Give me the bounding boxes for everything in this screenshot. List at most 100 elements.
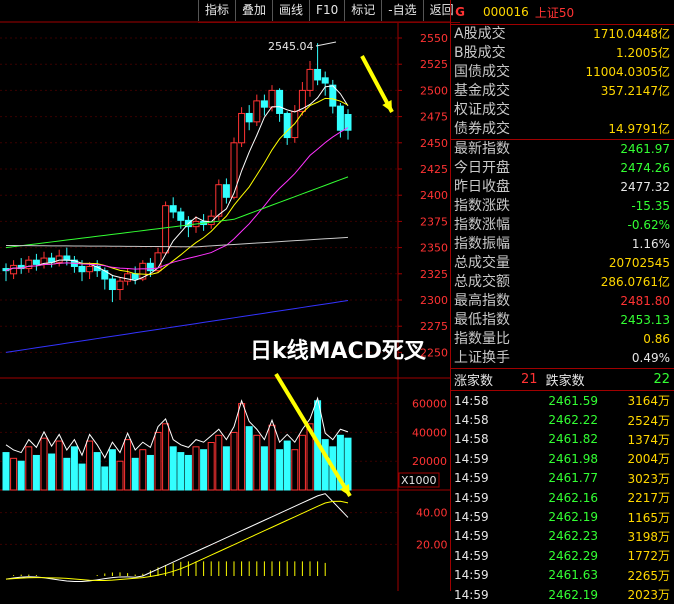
ma60-line [5, 236, 349, 248]
stat-label: 指数振幅 [454, 236, 510, 252]
tick-row: 14:59 2462.19 1165万 [451, 507, 674, 526]
tick-row: 14:59 2462.23 3198万 [451, 527, 674, 546]
volume-bar [276, 449, 284, 491]
macd-panel [5, 493, 349, 582]
toolbar-button-3[interactable]: F10 [309, 0, 344, 21]
stat-row: 总成交额 286.0761亿 [451, 273, 674, 292]
tick-vol: 1165万 [627, 510, 670, 525]
volume-bar [48, 453, 56, 491]
stat-value: 1710.0448亿 [593, 27, 670, 41]
stat-row: 上证换手 0.49% [451, 349, 674, 368]
candle-body [146, 262, 154, 272]
up-count-value: 21 [521, 372, 538, 387]
tick-time: 14:58 [454, 413, 489, 428]
volume-bar [268, 424, 276, 491]
candle-body [10, 264, 18, 275]
stat-value: 0.86 [643, 332, 670, 346]
candle-body [253, 100, 261, 123]
tick-price: 2462.19 [548, 510, 598, 525]
candle-body [321, 77, 329, 84]
stat-value: 14.9791亿 [608, 122, 670, 136]
tick-time: 14:59 [454, 510, 489, 525]
volume-bar [200, 449, 208, 491]
stat-row: 指数涨幅 -0.62% [451, 216, 674, 235]
volume-bar [86, 440, 94, 491]
volume-tick-label: 40000 [412, 426, 447, 439]
stat-value: 2477.32 [620, 180, 670, 194]
quote-side-panel: G 000016 上证50 A股成交 1710.0448亿 B股成交 1.2005亿国… [450, 0, 674, 602]
tick-time: 14:58 [454, 432, 489, 447]
toolbar-button-4[interactable]: 标记 [344, 0, 381, 21]
candle-body [268, 89, 276, 108]
candle-body [25, 259, 33, 270]
price-tick-label: 2425 [420, 163, 448, 176]
volume-bar [260, 446, 268, 491]
volume-tick-label: 20000 [412, 455, 447, 468]
volume-bar [78, 463, 86, 491]
macd-tick-label: 20.00 [416, 538, 448, 551]
stat-value: 1.16% [631, 237, 670, 251]
tick-vol: 3198万 [627, 529, 670, 544]
tick-row: 14:58 2461.82 1374万 [451, 430, 674, 449]
volume-bar [17, 460, 25, 491]
candle-body [86, 265, 94, 273]
stat-row: 权证成交 [451, 101, 674, 120]
price-tick-label: 2500 [420, 84, 448, 97]
high-price-label: 2545.04 [268, 40, 314, 53]
tick-time: 14:59 [454, 490, 489, 505]
stat-row: 债券成交 14.9791亿 [451, 120, 674, 139]
candle-body [260, 100, 268, 108]
stat-value: -0.62% [627, 218, 670, 232]
tick-time: 14:59 [454, 451, 489, 466]
toolbar-button-0[interactable]: 指标 [198, 0, 235, 21]
stat-row: 基金成交 357.2147亿 [451, 82, 674, 101]
price-tick-label: 2475 [420, 111, 448, 124]
volume-bar [124, 439, 132, 491]
candle-body [314, 68, 322, 81]
volume-bar [154, 431, 162, 491]
tick-time: 14:58 [454, 393, 489, 408]
tick-row: 14:59 2461.63 2265万 [451, 566, 674, 585]
stat-value: 0.49% [631, 351, 670, 365]
down-count-label: 跌家数 [545, 374, 585, 389]
stat-label: B股成交 [454, 45, 506, 61]
toolbar-button-1[interactable]: 叠加 [235, 0, 272, 21]
volume-bar [245, 426, 253, 491]
tick-vol: 2004万 [627, 452, 670, 467]
up-count-label: 涨家数 [454, 374, 494, 389]
stat-row: 最低指数 2453.13 [451, 311, 674, 330]
stat-row: 国债成交 11004.0305亿 [451, 63, 674, 82]
volume-bar [291, 449, 299, 491]
volume-bar [55, 440, 63, 491]
macd-tick-label: 40.00 [416, 507, 448, 520]
stat-label: 指数量比 [454, 331, 510, 347]
volume-bar [93, 452, 101, 491]
tick-list[interactable]: 14:58 2461.59 3164万 14:58 2462.22 2524万 14:58 2… [451, 391, 674, 604]
tick-row: 14:59 2461.98 2004万 [451, 449, 674, 468]
stat-row: 总成交量 20702545 [451, 254, 674, 273]
stat-label: 最高指数 [454, 293, 510, 309]
stat-label: 今日开盘 [454, 160, 510, 176]
stat-label: 债券成交 [454, 121, 510, 137]
quote-header: G 000016 上证50 [451, 0, 674, 25]
stock-name: 上证50 [534, 5, 575, 20]
kline-chart-panel[interactable]: 2550 2525 2500 2475 2450 2425 2400 2375 2350 2325… [0, 0, 450, 591]
price-tick-label: 2375 [420, 215, 448, 228]
tick-price: 2461.63 [548, 568, 598, 583]
candle-body [177, 211, 185, 221]
stat-value: 1.2005亿 [616, 46, 670, 60]
candle-body [124, 273, 132, 282]
price-tick-label: 2550 [420, 32, 448, 45]
volume-bar [108, 449, 116, 491]
toolbar-button-5[interactable]: -自选 [381, 0, 422, 21]
stat-label: 上证换手 [454, 350, 510, 366]
volume-bar [184, 454, 192, 491]
tick-price: 2461.82 [548, 432, 598, 447]
volume-bar [321, 439, 329, 491]
volume-bar [207, 442, 215, 491]
stat-label: 指数涨跌 [454, 198, 510, 214]
toolbar-button-2[interactable]: 画线 [272, 0, 309, 21]
tick-price: 2461.77 [548, 471, 598, 486]
volume-bar [139, 449, 147, 491]
stat-label: 昨日收盘 [454, 179, 510, 195]
